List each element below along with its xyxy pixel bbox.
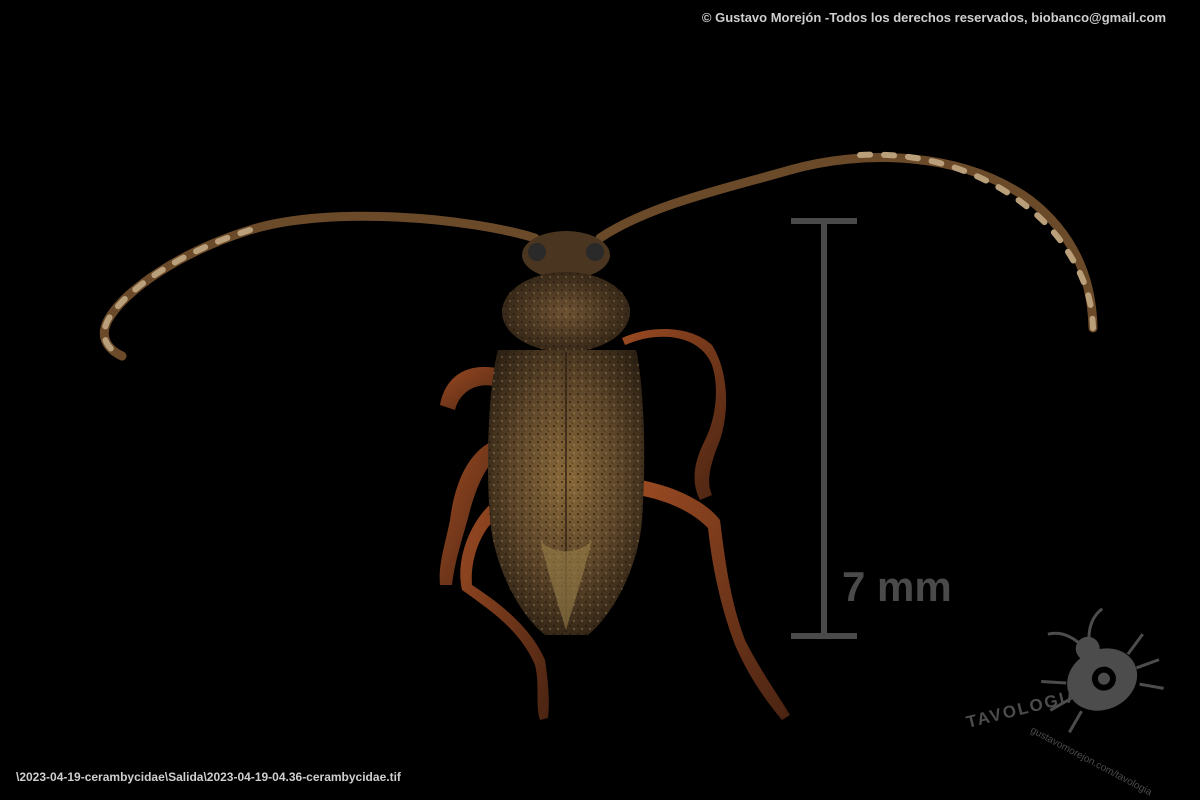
scale-label: 7 mm: [842, 563, 952, 610]
photo-canvas: TAVOLOGIA gustavomorejon.com/tavologia ©…: [0, 0, 1200, 800]
copyright-text: © Gustavo Morejón -Todos los derechos re…: [701, 10, 1166, 25]
right-legs: [622, 328, 790, 720]
beetle-logo-icon: [1041, 607, 1164, 734]
beetle-thorax: [502, 272, 630, 352]
logo-brand-text: TAVOLOGIA: [964, 685, 1082, 732]
beetle-head: [522, 231, 610, 279]
logo-url-text: gustavomorejon.com/tavologia: [1029, 725, 1154, 799]
file-path-text: \2023-04-19-cerambycidae\Salida\2023-04-…: [16, 770, 401, 784]
left-antenna: [99, 211, 540, 361]
tavologia-logo: TAVOLOGIA gustavomorejon.com/tavologia: [964, 607, 1164, 799]
beetle-elytra: [487, 350, 645, 635]
right-antenna: [595, 151, 1098, 333]
beetle-illustration: TAVOLOGIA gustavomorejon.com/tavologia: [99, 151, 1164, 799]
